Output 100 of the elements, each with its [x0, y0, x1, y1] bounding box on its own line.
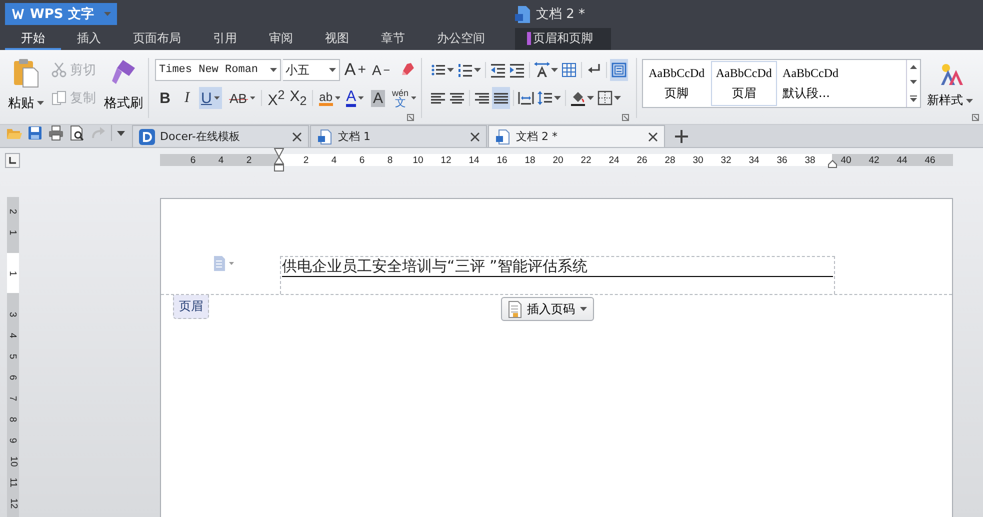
justify-icon: [493, 90, 509, 106]
insert-page-number-button[interactable]: 插入页码: [501, 297, 594, 321]
tab-stop-selector[interactable]: [5, 152, 20, 168]
save-icon[interactable]: [27, 125, 43, 141]
subscript-button[interactable]: X$_{2}$: [288, 87, 308, 109]
table-grid-icon: [561, 62, 577, 78]
document-tab[interactable]: 文档 1: [310, 125, 487, 147]
menu-tab[interactable]: 页面布局: [117, 28, 197, 50]
ruler-number: 16: [496, 154, 508, 166]
scroll-up-icon[interactable]: [910, 65, 918, 70]
ruler-number: 24: [608, 154, 620, 166]
numbered-list-icon: [457, 62, 473, 78]
paste-button[interactable]: 粘贴: [5, 58, 47, 124]
phonetic-button[interactable]: wén 文: [390, 87, 418, 109]
document-icon: [515, 6, 530, 22]
caret-icon[interactable]: [117, 130, 125, 136]
style-item[interactable]: AaBbCcDd 默认段...: [778, 61, 906, 106]
style-item[interactable]: AaBbCcDd 页脚: [644, 61, 710, 106]
font-size-dropdown[interactable]: 小五: [282, 59, 340, 81]
ruler-number: 14: [468, 154, 480, 166]
header-text[interactable]: 供电企业员工安全培训与“三评 ”智能评估系统: [282, 258, 833, 277]
indent-icon: [509, 62, 525, 78]
ruler-number: 7: [8, 396, 18, 402]
ruler-number: 1: [8, 230, 18, 236]
right-indent-marker-icon[interactable]: [828, 160, 837, 168]
bold-button[interactable]: B: [155, 87, 175, 109]
ruler-number: 6: [189, 154, 197, 166]
caret-icon: [580, 307, 587, 311]
scroll-down-icon[interactable]: [910, 80, 918, 84]
ruler-number: 32: [720, 154, 732, 166]
document-icon: [317, 128, 333, 144]
ruler-number: 28: [664, 154, 676, 166]
style-item[interactable]: AaBbCcDd 页眉: [711, 61, 777, 106]
menu-tab[interactable]: 插入: [61, 28, 117, 50]
ruler-number: 2: [245, 154, 253, 166]
menu-tab[interactable]: 章节: [365, 28, 421, 50]
ruler-number: 22: [580, 154, 592, 166]
ruler-number: 30: [692, 154, 704, 166]
indent-marker-icon[interactable]: [274, 148, 284, 172]
menu-tab[interactable]: 办公空间: [421, 28, 501, 50]
new-style-button[interactable]: 新样式: [921, 50, 979, 124]
frame-icon: [611, 62, 627, 78]
shading-button[interactable]: A: [368, 87, 388, 109]
ruler-number: 2: [302, 154, 310, 166]
add-tab-icon[interactable]: [675, 130, 688, 143]
underline-button[interactable]: U: [199, 87, 222, 109]
highlight-button[interactable]: ab: [317, 87, 342, 109]
ruler-number: 38: [804, 154, 816, 166]
page-magnifier-icon[interactable]: [69, 125, 85, 141]
ruler-number: 12: [8, 498, 18, 509]
paint-bucket-icon: [570, 90, 586, 106]
menu-tab[interactable]: 审阅: [253, 28, 309, 50]
dialog-launcher-icon[interactable]: [972, 114, 979, 121]
italic-button[interactable]: I: [177, 87, 197, 109]
document-tab[interactable]: Docer-在线模板: [132, 125, 309, 147]
caret-icon: [329, 68, 336, 72]
dialog-launcher-icon[interactable]: [622, 114, 629, 121]
dialog-launcher-icon[interactable]: [407, 114, 414, 121]
ruler-number: 10: [412, 154, 424, 166]
more-icon[interactable]: [910, 94, 918, 102]
document-title: 文档 2 *: [536, 6, 586, 23]
line-spacing-icon: [537, 90, 553, 106]
format-painter-button[interactable]: 格式刷: [104, 58, 143, 124]
ruler-number: 6: [8, 374, 18, 380]
align-left-icon: [430, 90, 446, 106]
scissors-icon: [51, 62, 67, 78]
distribute-icon: [518, 90, 534, 106]
ruler-number: 9: [8, 438, 18, 444]
font-color-button[interactable]: A: [344, 87, 366, 109]
app-menu-button[interactable]: WPS 文字: [5, 3, 117, 25]
document-tab[interactable]: 文档 2 *: [488, 125, 665, 147]
justify-button[interactable]: [492, 87, 510, 109]
close-icon[interactable]: [470, 132, 480, 142]
menu-tab[interactable]: 视图: [309, 28, 365, 50]
menu-tab[interactable]: 页眉和页脚: [515, 28, 611, 50]
ruler-number: 34: [748, 154, 760, 166]
ruler-number: 4: [217, 154, 225, 166]
ruler-number: 40: [840, 154, 852, 166]
ruler-number: 18: [524, 154, 536, 166]
caret-icon: [104, 12, 111, 16]
font-family-dropdown[interactable]: Times New Roman: [155, 59, 281, 81]
show-marks-button[interactable]: [610, 59, 628, 81]
ruler-number: 4: [330, 154, 338, 166]
close-icon[interactable]: [648, 132, 658, 142]
docer-icon: [139, 128, 155, 144]
clipboard-icon: [13, 58, 39, 88]
menu-tab[interactable]: 引用: [197, 28, 253, 50]
superscript-button[interactable]: X$^{2}$: [266, 87, 286, 109]
caret-icon: [37, 101, 44, 105]
align-right-icon: [474, 90, 490, 106]
ruler-number: 5: [8, 354, 18, 360]
printer-icon[interactable]: [48, 125, 64, 141]
ruler-number: 46: [924, 154, 936, 166]
text-direction-icon: [534, 62, 550, 78]
copy-icon: [51, 90, 67, 106]
ruler-number: 42: [868, 154, 880, 166]
ruler-number: 3: [8, 312, 18, 318]
borders-icon: [597, 90, 613, 106]
logo-icon: [11, 7, 25, 21]
close-icon[interactable]: [292, 132, 302, 142]
